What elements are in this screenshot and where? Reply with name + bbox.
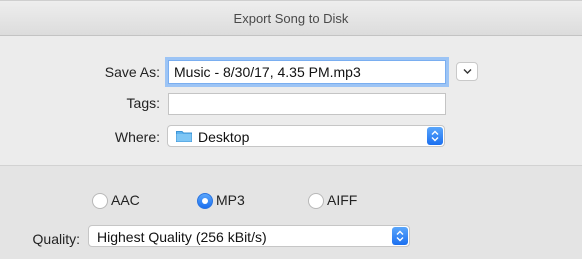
save-as-field[interactable]: Music - 8/30/17, 4.35 PM.mp3	[168, 60, 446, 84]
quality-popup[interactable]: Highest Quality (256 kBit/s)	[88, 225, 410, 247]
tags-field[interactable]	[168, 93, 446, 115]
quality-label: Quality:	[32, 231, 80, 247]
aiff-label: AIFF	[327, 192, 358, 208]
quality-value: Highest Quality (256 kBit/s)	[97, 229, 267, 245]
aac-radio[interactable]	[92, 193, 108, 209]
tags-label: Tags:	[126, 95, 160, 111]
where-value: Desktop	[198, 129, 250, 145]
chevron-down-icon	[463, 69, 472, 74]
aiff-radio[interactable]	[308, 193, 324, 209]
title-bar: Export Song to Disk	[0, 0, 582, 36]
aac-label: AAC	[111, 192, 140, 208]
save-as-label: Save As:	[104, 64, 160, 80]
up-down-arrows-icon	[396, 230, 404, 242]
where-label: Where:	[114, 129, 160, 145]
expand-dialog-button[interactable]	[456, 62, 478, 81]
dialog-title: Export Song to Disk	[233, 11, 349, 26]
mp3-radio[interactable]	[197, 193, 213, 209]
where-popup[interactable]: Desktop	[167, 125, 445, 147]
quality-popup-arrows	[392, 227, 408, 245]
where-popup-arrows	[427, 127, 443, 145]
up-down-arrows-icon	[431, 130, 439, 142]
mp3-label: MP3	[216, 192, 245, 208]
folder-icon	[176, 131, 192, 142]
